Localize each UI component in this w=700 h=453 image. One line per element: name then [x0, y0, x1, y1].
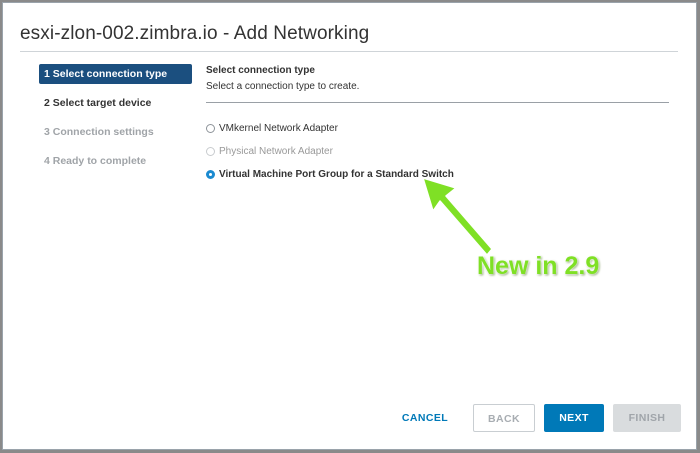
- green-arrow-icon: [422, 177, 493, 256]
- annotation-label: New in 2.9: [477, 252, 600, 280]
